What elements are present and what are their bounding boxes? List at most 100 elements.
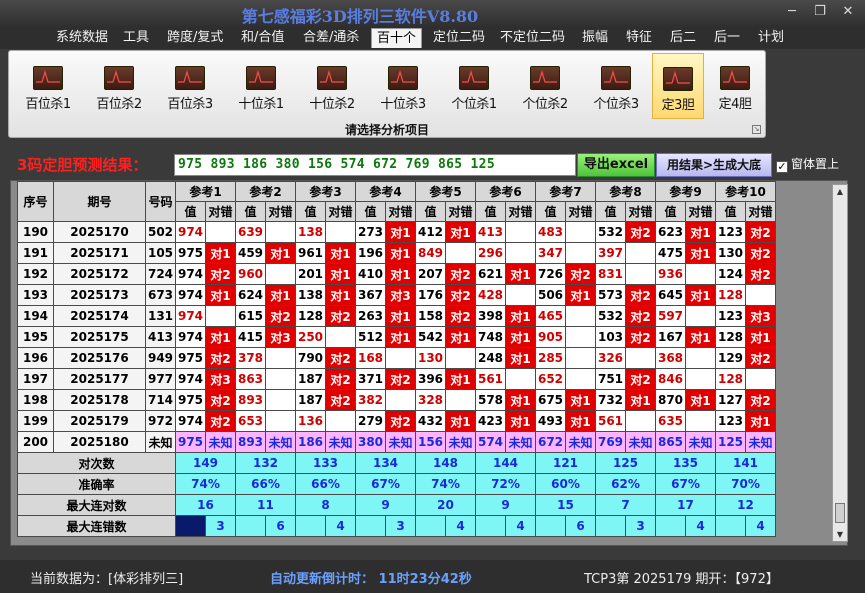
menu-tools[interactable]: 工具	[123, 28, 149, 48]
menu-plan[interactable]: 计划	[758, 28, 784, 48]
cell-value: 128	[295, 305, 326, 327]
menu-diff[interactable]: 合差/通杀	[303, 28, 359, 48]
cell-hit: 对2	[325, 389, 356, 411]
cell-hit: 对1	[325, 263, 356, 285]
export-excel-button[interactable]: 导出excel	[577, 153, 655, 177]
cell-value: 542	[415, 326, 446, 348]
table-row[interactable]: 199 2025179 972 974 对2 653 136 279 对2 432 对1 423 对1 4…	[17, 410, 776, 432]
table-row[interactable]: 192 2025172 724 974 对2 960 201 对1 410 对1 207 对2 621 对…	[17, 263, 776, 285]
header-ref-2[interactable]: 参考2	[235, 181, 296, 202]
menu-system-data[interactable]: 系统数据	[56, 28, 108, 48]
ribbon-button-units-kill-3[interactable]: 个位杀3	[583, 53, 649, 119]
chart-icon	[601, 66, 631, 90]
generate-base-button[interactable]: 用结果>生成大底	[656, 153, 772, 177]
cell-hit: 对1	[385, 326, 416, 348]
scroll-thumb[interactable]	[835, 503, 845, 523]
cell-hit: 对2	[745, 263, 776, 285]
header-row: 序号 期号 号码 参考1 参考2 参考3 参考4 参考5 参考6 参考7 参考8 参考9 参考10	[17, 181, 776, 222]
dialog-launcher-icon[interactable]: ↘	[752, 125, 761, 134]
cell-value: 974	[175, 284, 206, 306]
cell-hit: 对2	[445, 305, 476, 327]
cell-value: 103	[595, 326, 626, 348]
chart-icon	[104, 66, 134, 90]
table-row[interactable]: 196 2025176 949 975 对2 378 790 对2 168 130 248 对1 285…	[17, 347, 776, 369]
table-row[interactable]: 194 2025174 131 974 615 对2 128 对2 263 对1 158 对2 398 对…	[17, 305, 776, 327]
header-ref-7[interactable]: 参考7	[535, 181, 596, 202]
stats-spacer	[355, 515, 386, 537]
header-issue[interactable]: 期号	[53, 181, 146, 222]
menu-hundreds-tens-units[interactable]: 百十个	[371, 28, 423, 48]
cell-value: 328	[415, 389, 446, 411]
cell-value: 597	[655, 305, 686, 327]
table-row[interactable]: 191 2025171 105 975 对1 459 对1 961 对1 196 对1 849 296 3…	[17, 242, 776, 264]
stats-value: 121	[535, 452, 596, 474]
header-ref-3[interactable]: 参考3	[295, 181, 356, 202]
cell-hit: 对2	[625, 284, 656, 306]
menu-unfixed-two[interactable]: 不定位二码	[500, 28, 565, 48]
header-number[interactable]: 号码	[145, 181, 176, 222]
cell-value: 138	[295, 221, 326, 243]
ribbon-button-hundreds-kill-3[interactable]: 百位杀3	[157, 53, 223, 119]
menu-amplitude[interactable]: 振幅	[582, 28, 608, 48]
ribbon-button-tens-kill-1[interactable]: 十位杀1	[228, 53, 294, 119]
header-seq[interactable]: 序号	[17, 181, 54, 222]
stats-value: 6	[565, 515, 596, 537]
ribbon-button-units-kill-1[interactable]: 个位杀1	[441, 53, 507, 119]
cell-issue: 2025177	[53, 368, 146, 390]
ribbon-button-tens-kill-3[interactable]: 十位杀3	[370, 53, 436, 119]
stats-value: 62%	[595, 473, 656, 495]
ribbon-button-units-kill-2[interactable]: 个位杀2	[512, 53, 578, 119]
cell-hit: 对1	[505, 326, 536, 348]
menu-fixed-two[interactable]: 定位二码	[433, 28, 485, 48]
stats-value: 12	[715, 494, 776, 516]
result-field[interactable]: 975 893 186 380 156 574 672 769 865 125	[174, 154, 576, 176]
cell-miss	[625, 410, 656, 432]
menu-features[interactable]: 特征	[626, 28, 652, 48]
ribbon-button-tens-kill-2[interactable]: 十位杀2	[299, 53, 365, 119]
header-ref-4[interactable]: 参考4	[355, 181, 416, 202]
header-ref-8[interactable]: 参考8	[595, 181, 656, 202]
ribbon-button-hundreds-kill-2[interactable]: 百位杀2	[86, 53, 152, 119]
stats-value: 74%	[175, 473, 236, 495]
topmost-checkbox[interactable]: ✓ 窗体置上	[776, 155, 839, 173]
table-row[interactable]: 193 2025173 673 974 对1 624 对1 138 对1 367 对3 176 对2 42…	[17, 284, 776, 306]
header-ref-9[interactable]: 参考9	[655, 181, 716, 202]
ribbon-button-fixed-4[interactable]: 定4胆	[709, 53, 761, 119]
vertical-scrollbar[interactable]: ▲ ▼	[832, 184, 848, 542]
stats-value: 3	[205, 515, 236, 537]
header-ref-1[interactable]: 参考1	[175, 181, 236, 202]
close-button[interactable]: ✕	[836, 4, 860, 20]
cell-value: 371	[355, 368, 386, 390]
maximize-button[interactable]: ❐	[808, 4, 832, 20]
menu-span[interactable]: 跨度/复式	[167, 28, 223, 48]
minimize-button[interactable]: ─	[780, 4, 804, 20]
table-row[interactable]: 195 2025175 413 974 对1 415 对3 250 512 对1 542 对1 748 对…	[17, 326, 776, 348]
menu-last-one[interactable]: 后一	[714, 28, 740, 48]
scroll-down-icon[interactable]: ▼	[833, 530, 847, 539]
subheader-value: 值	[655, 201, 686, 222]
header-ref-5[interactable]: 参考5	[415, 181, 476, 202]
ribbon-button-fixed-3[interactable]: 定3胆	[652, 53, 704, 119]
cell-value: 263	[355, 305, 386, 327]
stats-value: 9	[355, 494, 416, 516]
menu-last-two[interactable]: 后二	[670, 28, 696, 48]
table-row[interactable]: 198 2025178 714 975 对2 893 187 对2 382 328 578 对1 675…	[17, 389, 776, 411]
cell-seq: 197	[17, 368, 54, 390]
menu-sum[interactable]: 和/合值	[241, 28, 284, 48]
ribbon-button-hundreds-kill-1[interactable]: 百位杀1	[15, 53, 81, 119]
stats-label: 对次数	[17, 452, 176, 474]
cell-hit: 对2	[445, 284, 476, 306]
cell-number: 105	[145, 242, 176, 264]
stats-value: 72%	[475, 473, 536, 495]
cell-issue: 2025175	[53, 326, 146, 348]
stats-spacer	[535, 515, 566, 537]
cell-number: 977	[145, 368, 176, 390]
prediction-row[interactable]: 200 2025180 未知 975 未知 893 未知 186 未知 380 未知 156 未知 574…	[17, 431, 776, 453]
scroll-up-icon[interactable]: ▲	[833, 187, 847, 196]
table-row[interactable]: 197 2025177 977 974 对3 863 187 对2 371 对2 396 对1 561 6…	[17, 368, 776, 390]
header-ref-10[interactable]: 参考10	[715, 181, 776, 202]
header-ref-6[interactable]: 参考6	[475, 181, 536, 202]
table-row[interactable]: 190 2025170 502 974 639 138 273 对1 412 对1 413 483 53…	[17, 221, 776, 243]
cell-hit: 对1	[685, 284, 716, 306]
cell-hit: 对1	[685, 326, 716, 348]
